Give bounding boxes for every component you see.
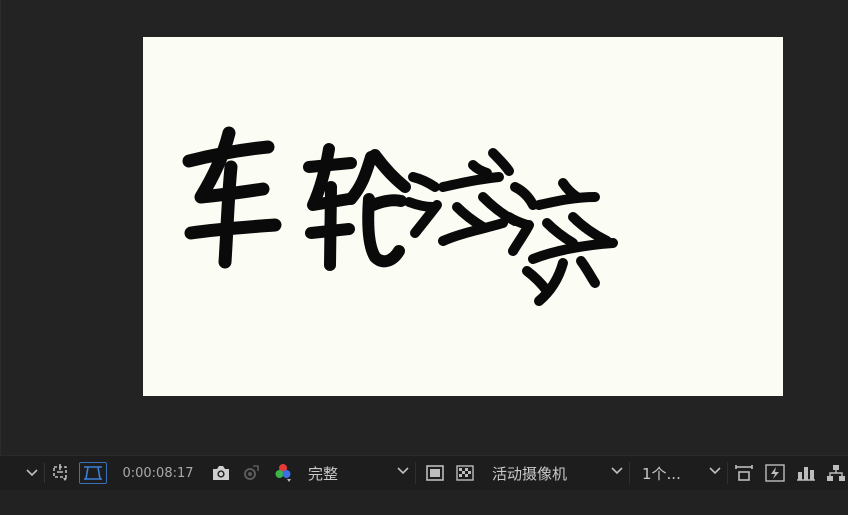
glyph-gun-2 — [504, 178, 618, 306]
views-layout-value: 1个... — [642, 464, 681, 483]
flowchart-icon[interactable] — [824, 456, 848, 490]
fast-preview-icon[interactable] — [762, 456, 788, 490]
title-artwork — [182, 126, 618, 306]
panel-footer — [0, 490, 848, 515]
chevron-down-icon — [397, 467, 409, 475]
checkerboard-icon[interactable] — [452, 456, 478, 490]
chevron-down-icon[interactable] — [22, 456, 42, 490]
chevron-down-icon — [709, 467, 721, 475]
resolution-dropdown[interactable]: 完整 — [300, 462, 416, 484]
color-channels-icon[interactable] — [270, 456, 296, 490]
reset-exposure-icon[interactable] — [732, 456, 756, 490]
transparency-grid-icon[interactable] — [79, 462, 107, 484]
fit-to-frame-icon[interactable] — [422, 456, 448, 490]
views-layout-dropdown[interactable]: 1个... — [634, 462, 728, 484]
glyph-gun-1 — [404, 148, 520, 246]
timeline-icon[interactable] — [794, 456, 818, 490]
view-value: 活动摄像机 — [492, 464, 568, 483]
camera-snapshot-icon[interactable] — [208, 456, 234, 490]
glyph-lun — [303, 143, 411, 271]
composition-viewer — [0, 0, 848, 455]
resolution-value: 完整 — [308, 464, 339, 483]
composition-canvas[interactable] — [143, 37, 783, 396]
viewer-toolbar: 0:00:08:17 完整 活动摄像机 1个... — [0, 455, 848, 491]
glyph-che — [182, 126, 282, 269]
view-dropdown[interactable]: 活动摄像机 — [484, 462, 630, 484]
current-time[interactable]: 0:00:08:17 — [113, 456, 203, 490]
region-of-interest-icon[interactable] — [48, 456, 74, 490]
show-snapshot-icon[interactable] — [238, 456, 264, 490]
chevron-down-icon — [611, 467, 623, 475]
